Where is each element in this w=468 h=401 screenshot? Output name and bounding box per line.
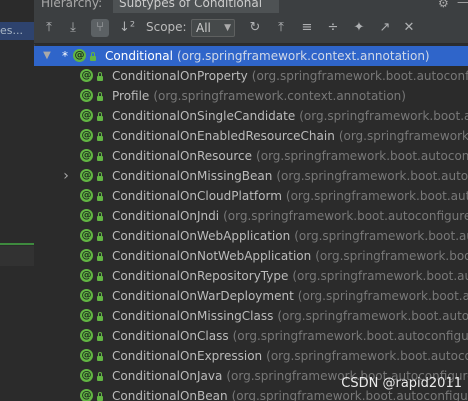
hierarchy-label: Hierarchy: <box>41 0 103 10</box>
close-icon[interactable]: ✕ <box>400 19 418 37</box>
gear-icon[interactable]: ⚙ <box>438 0 449 10</box>
tree-row[interactable]: @ ConditionalOnJndi (org.springframework.b… <box>34 206 468 226</box>
tree-item-label: ConditionalOnProperty (org.springframewor… <box>112 69 468 83</box>
collapse-all-icon[interactable]: ÷ <box>324 19 342 37</box>
tree-root-row[interactable]: ▼ * @ Conditional (org.springframework.co… <box>34 46 468 66</box>
scope-label: Scope: <box>146 20 187 34</box>
tree-item-label: ConditionalOnEnabledResourceChain (org.sp… <box>112 129 468 143</box>
hierarchy-toolbar: ⤒ ⤓ ⑂ ↓² Scope: All ▼ ↻ ⤒ ≡ ÷ ✦ ↗ ✕ <box>34 13 468 44</box>
annotation-icon: @ <box>80 109 93 122</box>
annotation-icon: @ <box>80 189 93 202</box>
refresh-icon[interactable]: ↻ <box>246 19 264 37</box>
public-lock-icon <box>97 272 103 281</box>
open-in-window-icon[interactable]: ↗ <box>376 19 394 37</box>
annotation-icon: @ <box>80 129 93 142</box>
tree-item-label: ConditionalOnSingleCandidate (org.springf… <box>112 109 468 123</box>
tree-row[interactable]: @ ConditionalOnClass (org.springframework.… <box>34 326 468 346</box>
tree-row[interactable]: @ ConditionalOnSingleCandidate (org.spring… <box>34 106 468 126</box>
tree-row[interactable]: @ Profile (org.springframework.context.ann… <box>34 86 468 106</box>
tree-row[interactable]: @ ConditionalOnExpression (org.springframe… <box>34 346 468 366</box>
annotation-icon: @ <box>80 69 93 82</box>
chevron-down-icon[interactable]: ▼ <box>42 46 52 66</box>
annotation-icon: @ <box>80 369 93 382</box>
annotation-icon: @ <box>80 349 93 362</box>
tree-row[interactable]: @ ConditionalOnNotWebApplication (org.spri… <box>34 246 468 266</box>
tree-row[interactable]: @ ConditionalOnProperty (org.springframewo… <box>34 66 468 86</box>
public-lock-icon <box>90 52 96 61</box>
public-lock-icon <box>97 332 103 341</box>
tree-row[interactable]: @ ConditionalOnResource (org.springframewo… <box>34 146 468 166</box>
tree-row[interactable]: @ ConditionalOnCloudPlatform (org.springfr… <box>34 186 468 206</box>
annotation-icon: @ <box>73 49 86 62</box>
subtypes-hierarchy-icon[interactable]: ⤓ <box>64 19 82 37</box>
tree-item-label: Profile (org.springframework.context.anno… <box>112 89 406 103</box>
hierarchy-title-bar: Hierarchy: Subtypes of Conditional ⚙ — <box>34 0 468 13</box>
tab-subtypes-of-conditional[interactable]: Subtypes of Conditional <box>113 0 279 13</box>
public-lock-icon <box>97 212 103 221</box>
annotation-icon: @ <box>80 309 93 322</box>
hierarchy-tree: ▼ * @ Conditional (org.springframework.co… <box>34 46 468 401</box>
public-lock-icon <box>97 152 103 161</box>
change-marker <box>0 243 34 245</box>
public-lock-icon <box>97 252 103 261</box>
tree-item-label: ConditionalOnExpression (org.springframew… <box>112 349 468 363</box>
tree-item-label: ConditionalOnCloudPlatform (org.springfra… <box>112 189 468 203</box>
public-lock-icon <box>97 172 103 181</box>
tree-row[interactable]: @ ConditionalOnWarDeployment (org.springfr… <box>34 286 468 306</box>
tree-item-label: ConditionalOnMissingBean (org.springframe… <box>112 169 468 183</box>
pin-icon[interactable]: ✦ <box>350 19 368 37</box>
tree-item-label: ConditionalOnClass (org.springframework.b… <box>112 329 468 343</box>
tree-row[interactable]: › @ ConditionalOnMissingBean (org.springfra… <box>34 166 468 186</box>
expand-all-icon[interactable]: ≡ <box>298 19 316 37</box>
public-lock-icon <box>97 372 103 381</box>
annotation-icon: @ <box>80 249 93 262</box>
tree-row[interactable]: @ ConditionalOnWebApplication (org.springf… <box>34 226 468 246</box>
public-lock-icon <box>97 312 103 321</box>
editor-current-line <box>0 246 34 266</box>
editor-strip: es... <box>0 0 35 401</box>
scope-value: All <box>196 21 211 35</box>
tree-item-label: ConditionalOnJndi (org.springframework.bo… <box>112 209 468 223</box>
tree-item-label: Conditional (org.springframework.context.… <box>105 49 430 63</box>
annotation-icon: @ <box>80 209 93 222</box>
tree-item-label: ConditionalOnMissingClass (org.springfram… <box>112 309 468 323</box>
annotation-icon: @ <box>80 269 93 282</box>
editor-fragment[interactable]: es... <box>0 22 34 40</box>
class-hierarchy-icon[interactable]: ⑂ <box>91 19 109 37</box>
annotation-icon: @ <box>80 389 93 401</box>
focus-star-icon: * <box>62 49 68 63</box>
annotation-icon: @ <box>80 149 93 162</box>
public-lock-icon <box>97 192 103 201</box>
sort-alphabetically-icon[interactable]: ↓² <box>118 19 136 37</box>
public-lock-icon <box>97 232 103 241</box>
public-lock-icon <box>97 112 103 121</box>
public-lock-icon <box>97 72 103 81</box>
annotation-icon: @ <box>80 329 93 342</box>
autoscroll-to-source-icon[interactable]: ⤒ <box>272 19 290 37</box>
tree-item-label: ConditionalOnWarDeployment (org.springfra… <box>112 289 468 303</box>
public-lock-icon <box>97 132 103 141</box>
annotation-icon: @ <box>80 169 93 182</box>
annotation-icon: @ <box>80 89 93 102</box>
tree-row[interactable]: @ ConditionalOnEnabledResourceChain (org.s… <box>34 126 468 146</box>
tree-item-label: ConditionalOnNotWebApplication (org.sprin… <box>112 249 468 263</box>
tree-item-label: ConditionalOnRepositoryType (org.springfr… <box>112 269 468 283</box>
tree-item-label: ConditionalOnWebApplication (org.springfr… <box>112 229 468 243</box>
scope-select[interactable]: All ▼ <box>191 19 235 37</box>
tree-row[interactable]: @ ConditionalOnMissingClass (org.springfra… <box>34 306 468 326</box>
annotation-icon: @ <box>80 229 93 242</box>
minimize-icon[interactable]: — <box>457 0 468 9</box>
supertypes-hierarchy-icon[interactable]: ⤒ <box>40 19 58 37</box>
chevron-down-icon: ▼ <box>224 23 231 33</box>
chevron-right-icon[interactable]: › <box>61 166 71 186</box>
tree-item-label: ConditionalOnResource (org.springframewor… <box>112 149 468 163</box>
annotation-icon: @ <box>80 289 93 302</box>
public-lock-icon <box>97 352 103 361</box>
public-lock-icon <box>97 92 103 101</box>
tree-row[interactable]: @ ConditionalOnRepositoryType (org.springf… <box>34 266 468 286</box>
public-lock-icon <box>97 392 103 401</box>
watermark: CSDN @rapid2011 <box>341 376 462 391</box>
public-lock-icon <box>97 292 103 301</box>
